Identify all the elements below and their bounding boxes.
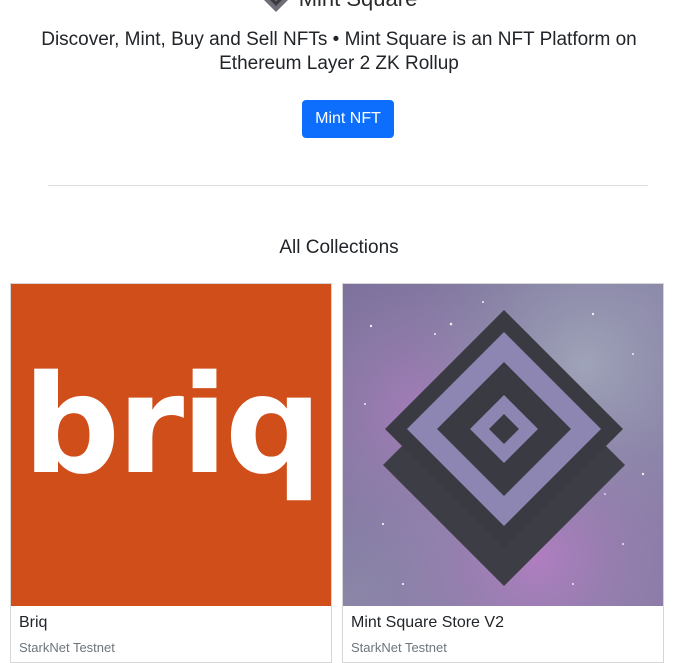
collection-image-mint-square-store[interactable] xyxy=(343,284,663,606)
section-divider xyxy=(48,185,648,186)
collection-image-briq[interactable]: briq xyxy=(11,284,331,606)
collection-name[interactable]: Mint Square Store V2 xyxy=(351,614,504,632)
collection-card-briq[interactable]: briq Briq StarkNet Testnet xyxy=(10,283,332,663)
collection-card-mint-square-store[interactable]: Mint Square Store V2 StarkNet Testnet xyxy=(342,283,664,663)
mint-nft-button[interactable]: Mint NFT xyxy=(302,100,394,138)
briq-logo-text: briq xyxy=(22,347,322,505)
mint-square-diamond-icon xyxy=(343,284,663,606)
collection-name[interactable]: Briq xyxy=(19,614,47,632)
brand-header[interactable]: Mint Square xyxy=(0,0,678,14)
page-tagline: Discover, Mint, Buy and Sell NFTs • Mint… xyxy=(41,29,637,74)
brand-name: Mint Square xyxy=(299,0,418,14)
mint-square-logo-icon xyxy=(263,0,288,12)
collections-title: All Collections xyxy=(279,237,399,258)
